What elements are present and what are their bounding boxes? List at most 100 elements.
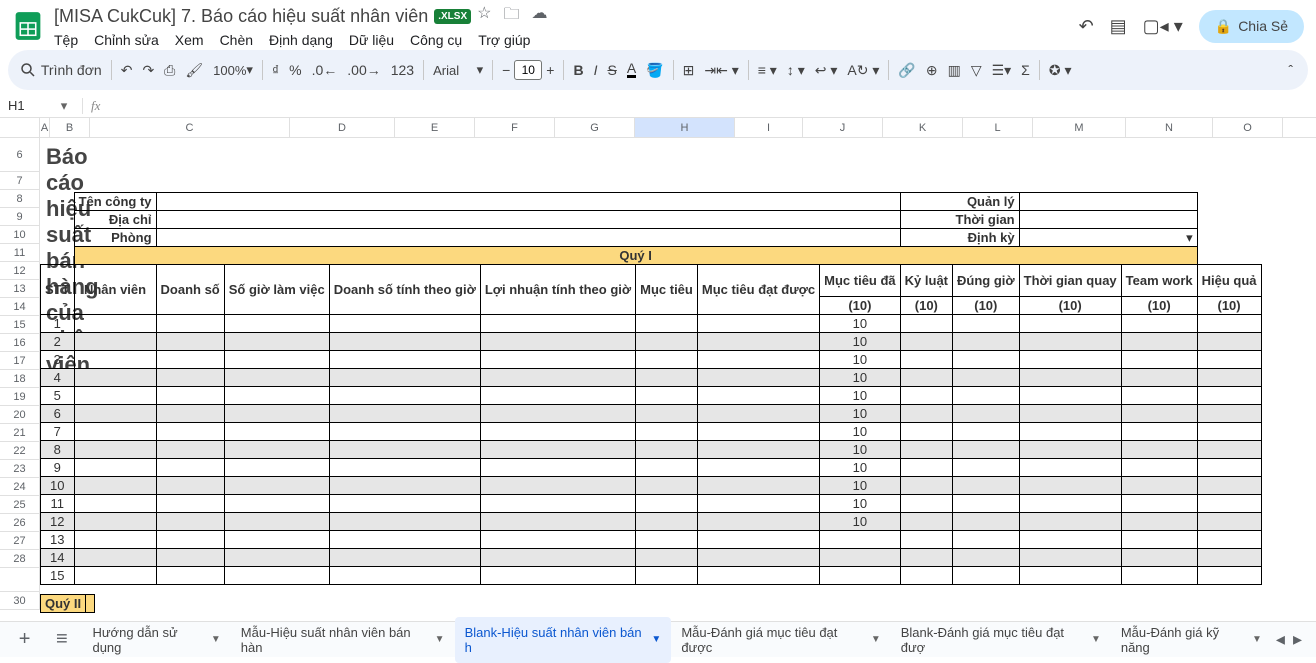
cell-empty[interactable] [636, 513, 698, 531]
cell-mtda[interactable]: 10 [820, 495, 901, 513]
cell-empty[interactable] [953, 477, 1020, 495]
all-sheets-button[interactable]: ≡ [45, 628, 78, 651]
cell-empty[interactable] [697, 333, 819, 351]
cell-empty[interactable] [953, 531, 1020, 549]
cell-mtda[interactable]: 10 [820, 423, 901, 441]
menu-format[interactable]: Định dạng [269, 32, 333, 48]
cell-stt[interactable]: 4 [41, 369, 75, 387]
cell-empty[interactable] [480, 459, 635, 477]
cell-mtda[interactable]: 10 [820, 441, 901, 459]
cell-empty[interactable] [900, 351, 952, 369]
cell-empty[interactable] [74, 495, 156, 513]
cell-empty[interactable] [480, 531, 635, 549]
cell-empty[interactable] [1197, 351, 1261, 369]
cell-empty[interactable] [1019, 549, 1121, 567]
cell-empty[interactable] [156, 531, 224, 549]
star-icon[interactable]: ☆ [477, 3, 491, 30]
cell-mtda[interactable]: 10 [820, 387, 901, 405]
sheet-tab-menu-icon[interactable]: ▼ [871, 634, 881, 645]
cell-empty[interactable] [953, 567, 1020, 585]
cell-empty[interactable] [329, 387, 480, 405]
cell-empty[interactable] [953, 513, 1020, 531]
cell-stt[interactable]: 3 [41, 351, 75, 369]
cell-stt[interactable]: 9 [41, 459, 75, 477]
select-all-corner[interactable] [0, 118, 40, 137]
cell-empty[interactable] [329, 441, 480, 459]
meet-icon[interactable]: ▢◂ ▾ [1143, 16, 1183, 37]
input-time[interactable] [1019, 211, 1197, 229]
cell-empty[interactable] [953, 423, 1020, 441]
col-header-B[interactable]: B [50, 118, 90, 137]
row-header-17[interactable]: 17 [0, 352, 40, 370]
cell-empty[interactable] [329, 495, 480, 513]
cell-empty[interactable] [1019, 477, 1121, 495]
cell-empty[interactable] [1019, 423, 1121, 441]
cell-empty[interactable] [74, 423, 156, 441]
filter-button[interactable]: ▽ [966, 56, 987, 84]
cell-mtda[interactable]: 10 [820, 459, 901, 477]
cell-empty[interactable] [636, 423, 698, 441]
col-header-L[interactable]: L [963, 118, 1033, 137]
cell-mtda[interactable]: 10 [820, 315, 901, 333]
history-icon[interactable]: ↶ [1079, 16, 1094, 37]
cell-stt[interactable]: 2 [41, 333, 75, 351]
cell-empty[interactable] [74, 477, 156, 495]
cell-empty[interactable] [156, 549, 224, 567]
cell-empty[interactable] [329, 405, 480, 423]
cell-empty[interactable] [953, 315, 1020, 333]
sheet-tab[interactable]: Hướng dẫn sử dụng▼ [82, 617, 230, 663]
row-header-8[interactable]: 8 [0, 190, 40, 208]
cell-mtda[interactable]: 10 [820, 477, 901, 495]
cell-empty[interactable] [224, 495, 329, 513]
cell-empty[interactable] [636, 387, 698, 405]
col-header-C[interactable]: C [90, 118, 290, 137]
cell-empty[interactable] [224, 387, 329, 405]
cell-empty[interactable] [156, 405, 224, 423]
cell-empty[interactable] [156, 387, 224, 405]
cell-mtda[interactable]: 10 [820, 405, 901, 423]
cell-empty[interactable] [224, 351, 329, 369]
cell-empty[interactable] [1197, 567, 1261, 585]
cell-empty[interactable] [224, 441, 329, 459]
redo-button[interactable]: ↷ [137, 56, 159, 84]
menu-tools[interactable]: Công cụ [410, 32, 462, 48]
row-header-20[interactable]: 20 [0, 406, 40, 424]
sheets-logo-icon[interactable] [8, 6, 48, 46]
cell-empty[interactable] [224, 549, 329, 567]
cell-empty[interactable] [1197, 477, 1261, 495]
cell-empty[interactable] [697, 441, 819, 459]
cell-empty[interactable] [1121, 531, 1197, 549]
cell-empty[interactable] [1197, 459, 1261, 477]
valign-button[interactable]: ↕ ▾ [782, 56, 810, 84]
cell-empty[interactable] [480, 387, 635, 405]
cell-empty[interactable] [74, 315, 156, 333]
sheet-tab-menu-icon[interactable]: ▼ [211, 634, 221, 645]
sheet-tab[interactable]: Mẫu-Đánh giá mục tiêu đạt được▼ [671, 617, 890, 663]
cloud-icon[interactable]: ☁ [532, 3, 548, 30]
tab-scroll-left-icon[interactable]: ◂ [1276, 629, 1285, 650]
cell-empty[interactable] [1121, 513, 1197, 531]
cell-empty[interactable] [1197, 387, 1261, 405]
row-header-27[interactable]: 27 [0, 532, 40, 550]
cell-empty[interactable] [156, 441, 224, 459]
cell-empty[interactable] [74, 351, 156, 369]
undo-button[interactable]: ↶ [116, 56, 138, 84]
cell-empty[interactable] [1197, 495, 1261, 513]
col-header-O[interactable]: O [1213, 118, 1283, 137]
strike-button[interactable]: S [602, 56, 621, 84]
cell-empty[interactable] [329, 531, 480, 549]
input-address[interactable] [156, 211, 900, 229]
cell-empty[interactable] [74, 531, 156, 549]
cell-empty[interactable] [1121, 549, 1197, 567]
cell-empty[interactable] [636, 405, 698, 423]
wrap-button[interactable]: ↩ ▾ [810, 56, 843, 84]
row-header-14[interactable]: 14 [0, 298, 40, 316]
cell-empty[interactable] [1019, 459, 1121, 477]
cell-empty[interactable] [224, 477, 329, 495]
cell-empty[interactable] [74, 369, 156, 387]
cell-empty[interactable] [329, 459, 480, 477]
menu-help[interactable]: Trợ giúp [478, 32, 530, 48]
row-header-30[interactable]: 30 [0, 592, 40, 610]
sheet-tab[interactable]: Mẫu-Đánh giá kỹ năng▼ [1111, 617, 1272, 663]
cell-stt[interactable]: 1 [41, 315, 75, 333]
